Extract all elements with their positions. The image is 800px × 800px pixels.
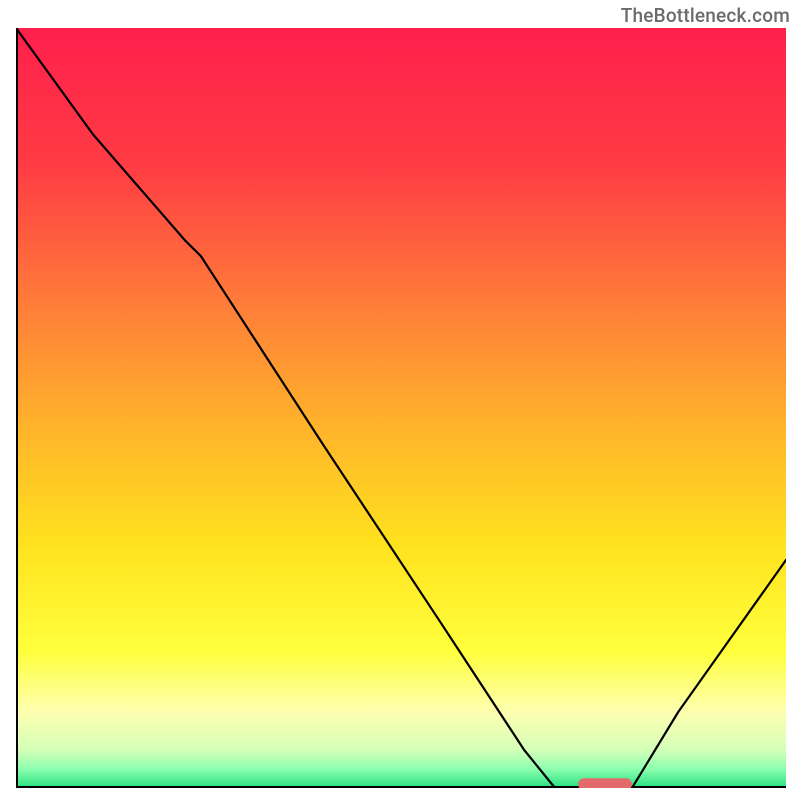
marker-group — [578, 778, 632, 788]
chart-svg — [16, 28, 786, 788]
plot-area — [16, 28, 786, 788]
marker-optimal-zone — [578, 778, 632, 788]
chart-container: TheBottleneck.com — [0, 0, 800, 800]
gradient-background — [16, 28, 786, 788]
watermark-label: TheBottleneck.com — [621, 4, 790, 27]
